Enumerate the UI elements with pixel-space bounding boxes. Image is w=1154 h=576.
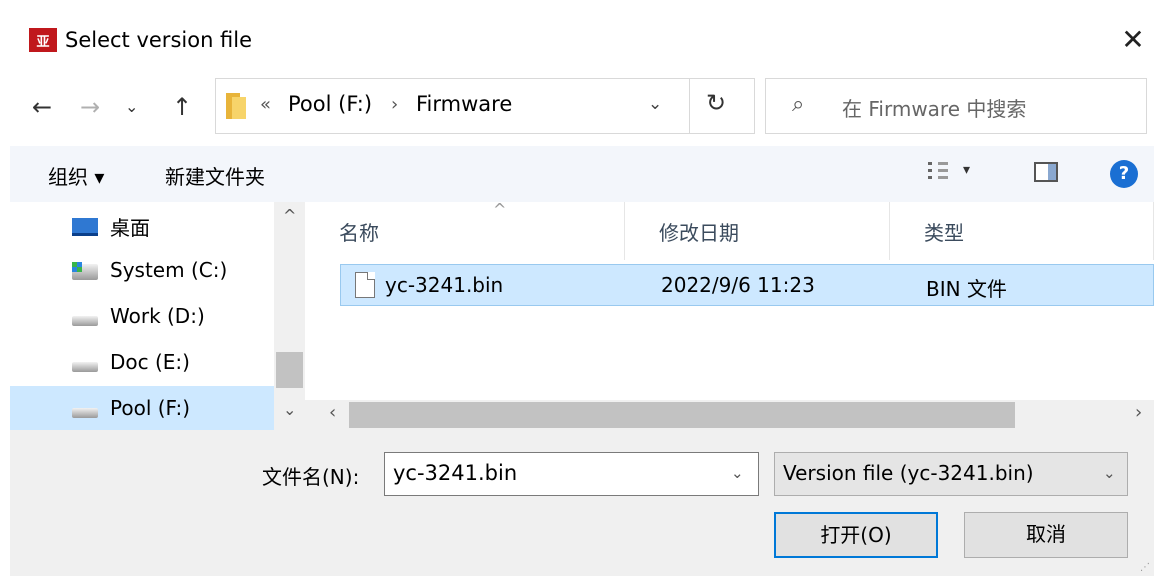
new-folder-button[interactable]: 新建文件夹 xyxy=(165,161,265,190)
scroll-down-icon[interactable]: ⌄ xyxy=(283,400,296,419)
scroll-left-icon[interactable]: ‹ xyxy=(329,402,336,423)
drive-icon xyxy=(72,408,98,418)
sidebar-item-system-c[interactable]: System (C:) xyxy=(10,248,274,294)
horizontal-scrollbar[interactable]: ‹ › xyxy=(305,400,1154,430)
breadcrumb-pool[interactable]: Pool (F:) xyxy=(288,92,372,116)
sidebar-scroll-thumb[interactable] xyxy=(276,352,303,388)
sidebar-item-desktop[interactable]: 桌面 xyxy=(10,202,274,248)
app-logo-icon: 亚 xyxy=(29,28,57,52)
column-header-label: 修改日期 xyxy=(659,221,739,245)
column-header-label: 名称 xyxy=(339,221,379,245)
title-bar: 亚 Select version file ✕ xyxy=(10,0,1154,70)
address-dropdown-icon[interactable]: ⌄ xyxy=(648,94,662,114)
filename-value: yc-3241.bin xyxy=(393,461,518,485)
breadcrumb-firmware[interactable]: Firmware xyxy=(416,92,512,116)
folder-icon xyxy=(226,93,246,119)
address-divider xyxy=(689,79,690,133)
window-title: Select version file xyxy=(65,28,253,52)
file-dialog: 亚 Select version file ✕ ← → ⌄ ↑ « Pool (… xyxy=(10,0,1154,576)
column-header-label: 类型 xyxy=(924,221,964,245)
horizontal-scroll-thumb[interactable] xyxy=(349,402,1015,428)
file-list: 名称 ^ 修改日期 类型 yc-3241.bin 2022/9/6 11:23 … xyxy=(305,200,1154,430)
dialog-footer: 文件名(N): yc-3241.bin ⌄ Version file (yc-3… xyxy=(10,430,1154,576)
command-toolbar: 组织 ▾ 新建文件夹 ▾ ? xyxy=(10,146,1154,202)
recent-locations-icon[interactable]: ⌄ xyxy=(125,78,138,136)
search-placeholder: 在 Firmware 中搜索 xyxy=(842,97,1027,121)
close-icon[interactable]: ✕ xyxy=(1118,25,1148,55)
search-icon: ⌕ xyxy=(792,92,805,117)
filename-label: 文件名(N): xyxy=(262,465,360,489)
back-arrow-icon[interactable]: ← xyxy=(32,78,52,136)
filename-input[interactable]: yc-3241.bin ⌄ xyxy=(384,452,759,496)
cancel-button[interactable]: 取消 xyxy=(964,512,1128,558)
sidebar-item-pool-f[interactable]: Pool (F:) xyxy=(10,386,274,432)
forward-arrow-icon[interactable]: → xyxy=(80,78,100,136)
chevron-down-icon[interactable]: ⌄ xyxy=(731,464,744,482)
column-header-modified[interactable]: 修改日期 xyxy=(625,202,890,260)
navigation-pane: 桌面 System (C:) Work (D:) Doc (E:) Pool (… xyxy=(10,202,305,432)
drive-icon xyxy=(72,316,98,326)
sidebar-item-label: 桌面 xyxy=(110,216,150,240)
address-bar[interactable]: « Pool (F:) › Firmware ⌄ ↻ xyxy=(215,78,755,134)
breadcrumb-overflow-icon[interactable]: « xyxy=(260,94,271,115)
file-icon xyxy=(355,272,375,298)
sidebar-item-work-d[interactable]: Work (D:) xyxy=(10,294,274,340)
file-type-select[interactable]: Version file (yc-3241.bin) ⌄ xyxy=(774,452,1128,496)
sidebar-item-label: Pool (F:) xyxy=(110,396,191,420)
sort-ascending-icon: ^ xyxy=(493,200,507,219)
chevron-down-icon[interactable]: ⌄ xyxy=(1103,464,1116,482)
file-modified: 2022/9/6 11:23 xyxy=(661,273,815,297)
sidebar-item-label: Doc (E:) xyxy=(110,350,190,374)
system-drive-icon xyxy=(72,262,98,280)
open-button[interactable]: 打开(O) xyxy=(774,512,938,558)
file-type-value: Version file (yc-3241.bin) xyxy=(783,461,1034,485)
file-type: BIN 文件 xyxy=(926,277,1007,301)
file-name: yc-3241.bin xyxy=(385,273,504,297)
resize-grip-icon[interactable]: ⋰ xyxy=(1140,562,1150,573)
sidebar-item-label: System (C:) xyxy=(110,258,228,282)
up-arrow-icon[interactable]: ↑ xyxy=(172,78,192,136)
breadcrumb-separator-icon[interactable]: › xyxy=(391,94,398,115)
drive-icon xyxy=(72,362,98,372)
view-dropdown-icon[interactable]: ▾ xyxy=(963,162,970,178)
sidebar-item-label: Work (D:) xyxy=(110,304,205,328)
refresh-icon[interactable]: ↻ xyxy=(706,89,726,117)
column-header-name[interactable]: 名称 ^ xyxy=(305,200,625,260)
sidebar-item-doc-e[interactable]: Doc (E:) xyxy=(10,340,274,386)
preview-pane-icon[interactable] xyxy=(1034,162,1058,182)
scroll-up-icon[interactable]: ^ xyxy=(283,206,296,225)
sidebar-scrollbar[interactable]: ^ ⌄ xyxy=(274,202,305,430)
column-header-type[interactable]: 类型 xyxy=(890,202,1154,260)
table-row[interactable]: yc-3241.bin 2022/9/6 11:23 BIN 文件 xyxy=(340,264,1154,306)
view-options-icon[interactable] xyxy=(928,162,948,180)
scroll-right-icon[interactable]: › xyxy=(1135,402,1142,423)
search-input[interactable]: ⌕ 在 Firmware 中搜索 xyxy=(765,78,1147,134)
navigation-bar: ← → ⌄ ↑ « Pool (F:) › Firmware ⌄ ↻ ⌕ 在 F… xyxy=(10,78,1154,136)
help-icon[interactable]: ? xyxy=(1110,160,1138,188)
desktop-icon xyxy=(72,218,98,236)
organize-button[interactable]: 组织 ▾ xyxy=(48,161,104,190)
